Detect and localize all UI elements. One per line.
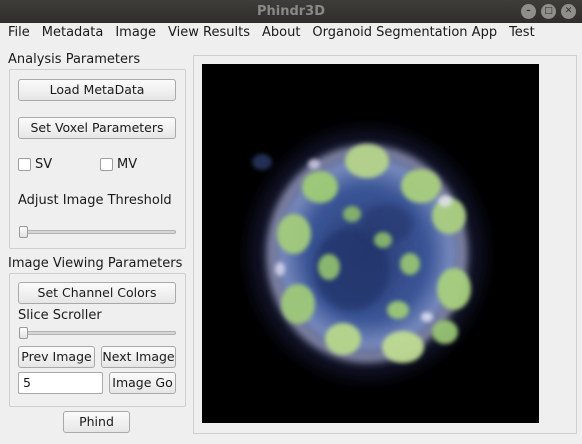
title-bar: Phindr3D – □ ✕	[0, 0, 582, 23]
image-number-input[interactable]: 5	[18, 372, 103, 394]
mv-label: MV	[117, 157, 138, 172]
set-voxel-parameters-button[interactable]: Set Voxel Parameters	[18, 117, 176, 139]
analysis-parameters-title: Analysis Parameters	[8, 52, 141, 67]
close-icon[interactable]: ✕	[561, 4, 576, 19]
slice-scroller-handle[interactable]	[19, 327, 28, 339]
prev-image-button[interactable]: Prev Image	[18, 346, 95, 368]
slice-scroller-track[interactable]	[19, 331, 176, 335]
image-viewing-parameters-title: Image Viewing Parameters	[8, 256, 183, 271]
menu-about[interactable]: About	[256, 23, 306, 43]
maximize-icon[interactable]: □	[541, 4, 556, 19]
window-controls: – □ ✕	[521, 4, 576, 19]
window-title: Phindr3D	[256, 4, 326, 19]
menu-metadata[interactable]: Metadata	[36, 23, 110, 43]
menu-organoid-segmentation-app[interactable]: Organoid Segmentation App	[306, 23, 503, 43]
organoid-image	[249, 129, 485, 379]
load-metadata-button[interactable]: Load MetaData	[18, 79, 176, 101]
image-go-button[interactable]: Image Go	[109, 372, 176, 394]
phind-button[interactable]: Phind	[63, 411, 130, 433]
menu-view-results[interactable]: View Results	[162, 23, 256, 43]
sv-checkbox[interactable]	[18, 158, 31, 171]
minimize-icon[interactable]: –	[521, 4, 536, 19]
sv-label: SV	[35, 157, 53, 172]
mv-checkbox[interactable]	[100, 158, 113, 171]
set-channel-colors-button[interactable]: Set Channel Colors	[18, 282, 176, 304]
menu-test[interactable]: Test	[503, 23, 541, 43]
threshold-slider-track[interactable]	[19, 230, 176, 234]
menu-image[interactable]: Image	[109, 23, 162, 43]
menu-bar: File Metadata Image View Results About O…	[0, 23, 582, 43]
threshold-slider-handle[interactable]	[19, 226, 28, 238]
slice-scroller-label: Slice Scroller	[18, 308, 102, 323]
image-display[interactable]	[202, 64, 539, 423]
next-image-button[interactable]: Next Image	[101, 346, 176, 368]
menu-file[interactable]: File	[0, 23, 36, 43]
threshold-label: Adjust Image Threshold	[18, 193, 172, 208]
